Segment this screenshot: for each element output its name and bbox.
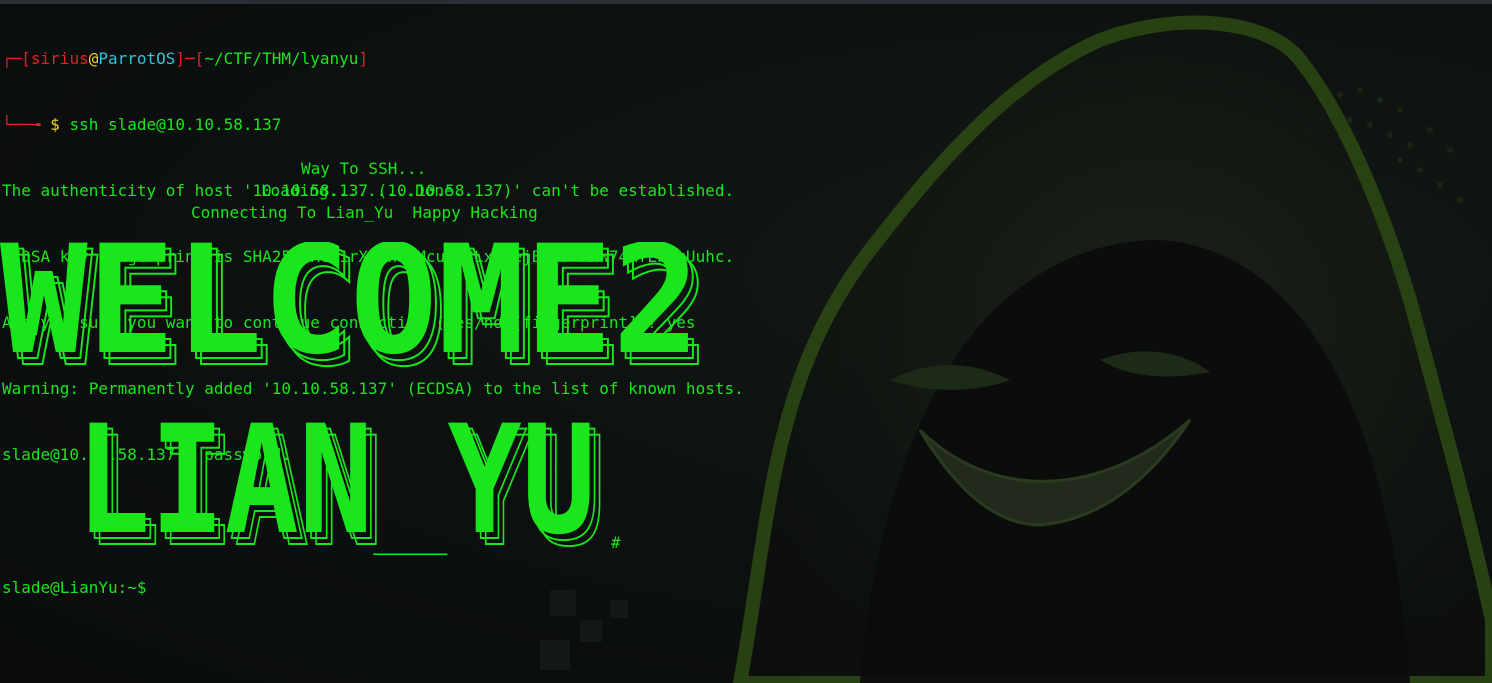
banner-way-to-ssh: Way To SSH... [301,159,427,178]
terminal-window[interactable]: ┌─[sirius@ParrotOS]─[~/CTF/THM/lyanyu] └… [0,0,1492,683]
output-line: Warning: Permanently added '10.10.58.137… [2,379,744,398]
prompt-host: ParrotOS [98,49,176,68]
svg-text:WELCOME2: WELCOME2 [0,242,700,372]
prompt-dollar: $ [50,115,60,134]
hash-symbol: # [611,533,621,552]
prompt-user: sirius [30,49,89,68]
prompt-path: ~/CTF/THM/lyanyu [204,49,359,68]
command-line[interactable]: └──╼ $ ssh slade@10.10.58.137 [2,114,744,136]
ssh-command: ssh slade@10.10.58.137 [69,115,282,134]
shell-prompt-line: ┌─[sirius@ParrotOS]─[~/CTF/THM/lyanyu] [2,49,369,68]
ascii-art-welcome2: WELCOME2 WELCOME2 WELCOME2 [0,242,710,372]
banner-loading: Loading.........Done.. [261,181,473,200]
ascii-art-lian-yu: LIAN_YU LIAN_YU LIAN_YU [76,420,607,555]
banner-connecting: Connecting To Lian_Yu Happy Hacking [191,203,538,222]
remote-shell-prompt[interactable]: slade@LianYu:~$ [2,577,147,599]
svg-text:LIAN_YU: LIAN_YU [76,420,596,555]
